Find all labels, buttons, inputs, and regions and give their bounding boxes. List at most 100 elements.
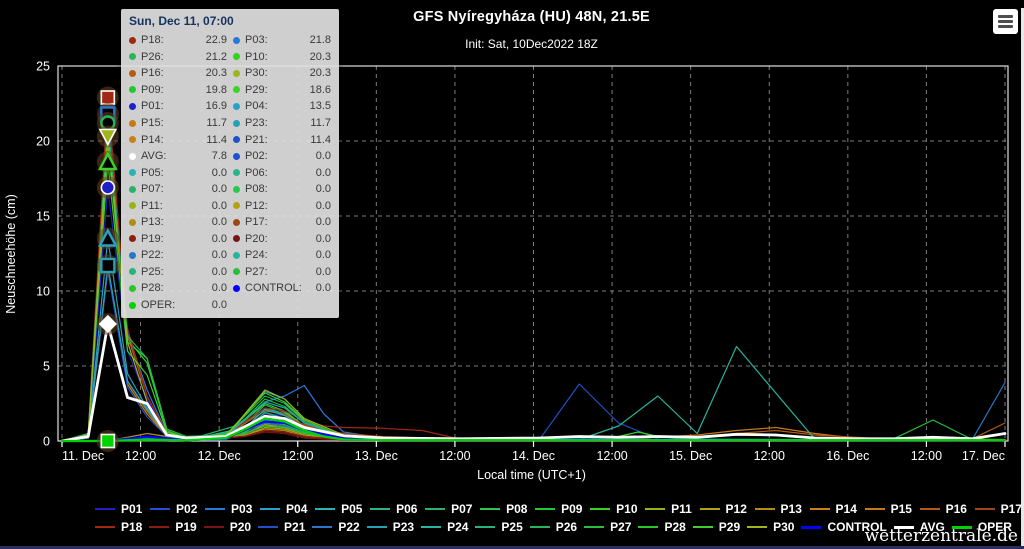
legend-item-p26[interactable]: P26 [530, 520, 577, 534]
legend-swatch [475, 526, 495, 528]
legend-item-p21[interactable]: P21 [258, 520, 305, 534]
legend-item-p05[interactable]: P05 [315, 502, 362, 516]
legend-item-p22[interactable]: P22 [312, 520, 359, 534]
legend-swatch [425, 508, 445, 510]
legend-item-p11[interactable]: P11 [645, 502, 692, 516]
legend-label: P08 [506, 502, 527, 516]
legend-item-p23[interactable]: P23 [367, 520, 414, 534]
legend-item-p09[interactable]: P09 [535, 502, 582, 516]
tooltip: Sun, Dec 11, 07:00 P18:22.9 P26: 21.2 P16:2… [121, 9, 339, 318]
watermark-link[interactable]: wetterzentrale.de [865, 526, 1018, 546]
legend-swatch [95, 508, 115, 510]
legend-item-p29[interactable]: P29 [693, 520, 740, 534]
tooltip-entry-p16: P16:20.3 [129, 65, 227, 82]
legend-label: P21 [284, 520, 305, 534]
series-color-dot [129, 202, 136, 209]
x-tick-label: 12. Dec [198, 449, 241, 463]
series-color-dot [233, 235, 240, 242]
legend-item-p28[interactable]: P28 [638, 520, 685, 534]
legend-label: P12 [726, 502, 747, 516]
legend-item-p10[interactable]: P10 [590, 502, 637, 516]
legend-label: P27 [610, 520, 631, 534]
marker-square-p18 [101, 91, 114, 104]
tooltip-series-value: 11.4 [310, 134, 331, 146]
legend-label: P20 [230, 520, 251, 534]
series-color-dot [129, 252, 136, 259]
legend-item-p19[interactable]: P19 [149, 520, 196, 534]
tooltip-series-label: P14: [141, 134, 164, 146]
tooltip-series-label: P23: [245, 117, 268, 129]
legend-item-p12[interactable]: P12 [700, 502, 747, 516]
legend-swatch [693, 526, 713, 528]
legend-label: P11 [671, 502, 692, 516]
legend-swatch [370, 508, 390, 510]
legend-item-p04[interactable]: P04 [260, 502, 307, 516]
legend-swatch [584, 526, 604, 528]
tooltip-series-label: P06: [245, 167, 268, 179]
legend-item-p20[interactable]: P20 [204, 520, 251, 534]
tooltip-series-label: P09: [141, 84, 164, 96]
series-color-dot [233, 252, 240, 259]
series-color-dot [129, 70, 136, 77]
legend-item-p27[interactable]: P27 [584, 520, 631, 534]
legend-label: P18 [121, 520, 142, 534]
legend-item-p24[interactable]: P24 [421, 520, 468, 534]
x-tick-label: 15. Dec [669, 449, 712, 463]
legend-item-p02[interactable]: P02 [150, 502, 197, 516]
tooltip-series-value: 0.0 [212, 282, 227, 294]
y-tick-label: 25 [36, 60, 50, 74]
legend-label: P24 [447, 520, 468, 534]
tooltip-entry-p22: P22:0.0 [129, 247, 227, 264]
legend-label: P06 [396, 502, 417, 516]
legend-item-p14[interactable]: P14 [810, 502, 857, 516]
legend-swatch [312, 526, 332, 528]
app: GFS Nyíregyháza (HU) 48N, 21.5E Init: Sa… [0, 0, 1024, 549]
legend-item-p17[interactable]: P17 [975, 502, 1022, 516]
tooltip-entry-p26: P26: 21.2 [129, 49, 227, 66]
tooltip-series-value: 0.0 [212, 249, 227, 261]
legend-item-p13[interactable]: P13 [755, 502, 802, 516]
tooltip-series-label: P26: [141, 51, 164, 63]
series-color-dot [233, 169, 240, 176]
legend-row-1: P01 P02 P03 P04 P05 P06 P07 P08 P09 P10 P11 P12 P13 P… [95, 502, 1022, 516]
x-tick-label: 16. Dec [826, 449, 869, 463]
tooltip-entry-p08: P08:0.0 [233, 181, 331, 198]
y-axis-label: Neuschneehöhe (cm) [4, 139, 18, 369]
series-color-dot [129, 219, 136, 226]
legend-item-p16[interactable]: P16 [920, 502, 967, 516]
legend-item-p01[interactable]: P01 [95, 502, 142, 516]
tooltip-series-value: 0.0 [212, 183, 227, 195]
legend-swatch [747, 526, 767, 528]
tooltip-series-label: OPER: [141, 299, 175, 311]
series-color-dot [129, 136, 136, 143]
series-color-dot [233, 153, 240, 160]
legend-item-p18[interactable]: P18 [95, 520, 142, 534]
legend-item-p07[interactable]: P07 [425, 502, 472, 516]
legend-label: P09 [561, 502, 582, 516]
tooltip-series-label: P27: [245, 266, 268, 278]
legend-swatch [367, 526, 387, 528]
tooltip-header: Sun, Dec 11, 07:00 [129, 14, 331, 28]
legend-item-p08[interactable]: P08 [480, 502, 527, 516]
tooltip-series-value: 11.4 [206, 134, 227, 146]
tooltip-series-label: P18: [141, 34, 164, 46]
legend-label: P01 [121, 502, 142, 516]
legend-swatch [530, 526, 550, 528]
tooltip-series-label: P25: [141, 266, 164, 278]
series-color-dot [233, 136, 240, 143]
legend-item-p03[interactable]: P03 [205, 502, 252, 516]
legend-label: P07 [451, 502, 472, 516]
tooltip-entry-p18: P18:22.9 [129, 32, 227, 49]
tooltip-series-label: P12: [245, 200, 268, 212]
tooltip-series-label: P02: [245, 150, 268, 162]
legend-item-p30[interactable]: P30 [747, 520, 794, 534]
tooltip-series-value: 0.0 [316, 200, 331, 212]
legend-item-p06[interactable]: P06 [370, 502, 417, 516]
x-tick-label: 17. Dec [962, 449, 1005, 463]
tooltip-series-value: 0.0 [212, 233, 227, 245]
y-tick-label: 20 [36, 135, 50, 149]
tooltip-series-value: 21.2 [206, 51, 227, 63]
legend-item-p25[interactable]: P25 [475, 520, 522, 534]
tooltip-series-label: CONTROL: [245, 282, 302, 294]
legend-item-p15[interactable]: P15 [865, 502, 912, 516]
